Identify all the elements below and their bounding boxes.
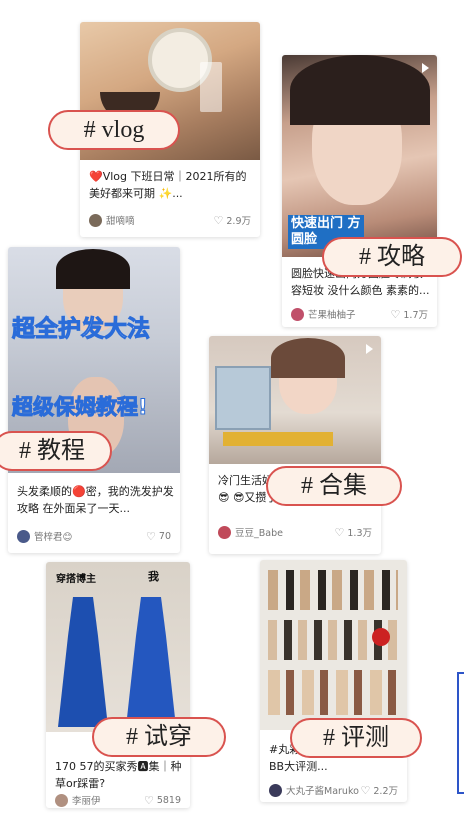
overlay-right: 我 bbox=[148, 570, 159, 583]
avatar bbox=[218, 525, 231, 539]
avatar bbox=[291, 307, 304, 321]
note-card-review[interactable]: #丸彩妆 液/粉底霜/气垫BB大评测... 大丸子酱Maruko ♡ 2.2万 bbox=[260, 560, 407, 802]
note-card-tryon[interactable]: 穿搭博主 我 170 57的买家秀🅰集｜种草or踩雷? 李丽伊 ♡ 5819 bbox=[46, 562, 190, 808]
tag-label[interactable]: # 合集 bbox=[266, 466, 402, 506]
author-name: 芒果柚柚子 bbox=[308, 310, 356, 321]
thumbnail-image: 快速出门 方圆脸 bbox=[282, 55, 437, 257]
like-count: 1.7万 bbox=[403, 310, 428, 321]
like-count: 1.3万 bbox=[347, 528, 372, 539]
overlay-left: 穿搭博主 bbox=[56, 574, 96, 585]
note-card-collection[interactable]: 冷门生活好物分享 致女孩必备😎 😎又攒了... 豆豆_Babe ♡ 1.3万 bbox=[209, 336, 381, 554]
author-name: 大丸子酱Maruko bbox=[286, 786, 359, 797]
side-panel-edge bbox=[457, 672, 464, 794]
bottles-row-3 bbox=[268, 670, 398, 715]
author-name: 管梓君😊 bbox=[34, 532, 73, 543]
thumbnail-image: 穿搭博主 我 bbox=[46, 562, 190, 732]
note-card-guide[interactable]: 快速出门 方圆脸 圆脸快速出门方圆脸专属妆容短妆 没什么颜色 素素的... 芒果… bbox=[282, 55, 437, 327]
avatar bbox=[269, 783, 282, 797]
dress-shape-2 bbox=[126, 597, 176, 727]
like-count: 5819 bbox=[156, 794, 181, 806]
avatar bbox=[89, 213, 102, 227]
play-icon bbox=[422, 63, 429, 73]
note-title[interactable]: ❤️Vlog 下班日常｜2021所有的美好都来可期 ✨... bbox=[89, 168, 254, 202]
note-card-tutorial[interactable]: 超全护发大法 超级保姆教程! 头发柔顺的🔴密，我的洗发护发攻略 在外面呆了一天.… bbox=[8, 247, 180, 553]
tag-label[interactable]: # 教程 bbox=[0, 431, 112, 471]
like-count: 70 bbox=[158, 530, 171, 542]
hair-shape bbox=[56, 249, 130, 289]
thumbnail-image bbox=[260, 560, 407, 730]
author-name: 豆豆_Babe bbox=[235, 528, 283, 539]
overlay-subtitle: 超级保姆教程! bbox=[12, 395, 149, 420]
avatar bbox=[55, 793, 68, 807]
tag-label[interactable]: # 试穿 bbox=[92, 717, 226, 757]
note-title[interactable]: 头发柔顺的🔴密，我的洗发护发攻略 在外面呆了一天... bbox=[17, 483, 174, 517]
thumbnail-image bbox=[209, 336, 381, 464]
like-count: 2.2万 bbox=[373, 786, 398, 797]
banner-shape bbox=[223, 432, 333, 446]
hair-shape bbox=[271, 338, 345, 378]
red-cap-shape bbox=[372, 628, 390, 646]
hair-shape bbox=[290, 55, 430, 125]
play-icon bbox=[366, 344, 373, 354]
bottles-row-1 bbox=[268, 570, 398, 610]
author-name: 甜嘀嘀 bbox=[106, 216, 135, 227]
glass-shape bbox=[200, 62, 222, 112]
like-count: 2.9万 bbox=[226, 216, 251, 227]
avatar bbox=[17, 529, 30, 543]
heart-icon: ♡ bbox=[360, 783, 371, 797]
note-title[interactable]: 170 57的买家秀🅰集｜种草or踩雷? bbox=[55, 758, 184, 792]
dress-shape bbox=[58, 597, 108, 727]
tag-label[interactable]: # 评测 bbox=[290, 718, 422, 758]
heart-icon: ♡ bbox=[143, 793, 154, 807]
poster-shape bbox=[215, 366, 271, 430]
heart-icon: ♡ bbox=[213, 213, 224, 227]
heart-icon: ♡ bbox=[146, 529, 156, 543]
author-name: 李丽伊 bbox=[72, 796, 101, 807]
heart-icon: ♡ bbox=[334, 525, 345, 539]
heart-icon: ♡ bbox=[390, 307, 401, 321]
overlay-title: 超全护发大法 bbox=[12, 316, 151, 343]
tag-label[interactable]: # vlog bbox=[48, 110, 180, 150]
tag-label[interactable]: # 攻略 bbox=[322, 237, 462, 277]
